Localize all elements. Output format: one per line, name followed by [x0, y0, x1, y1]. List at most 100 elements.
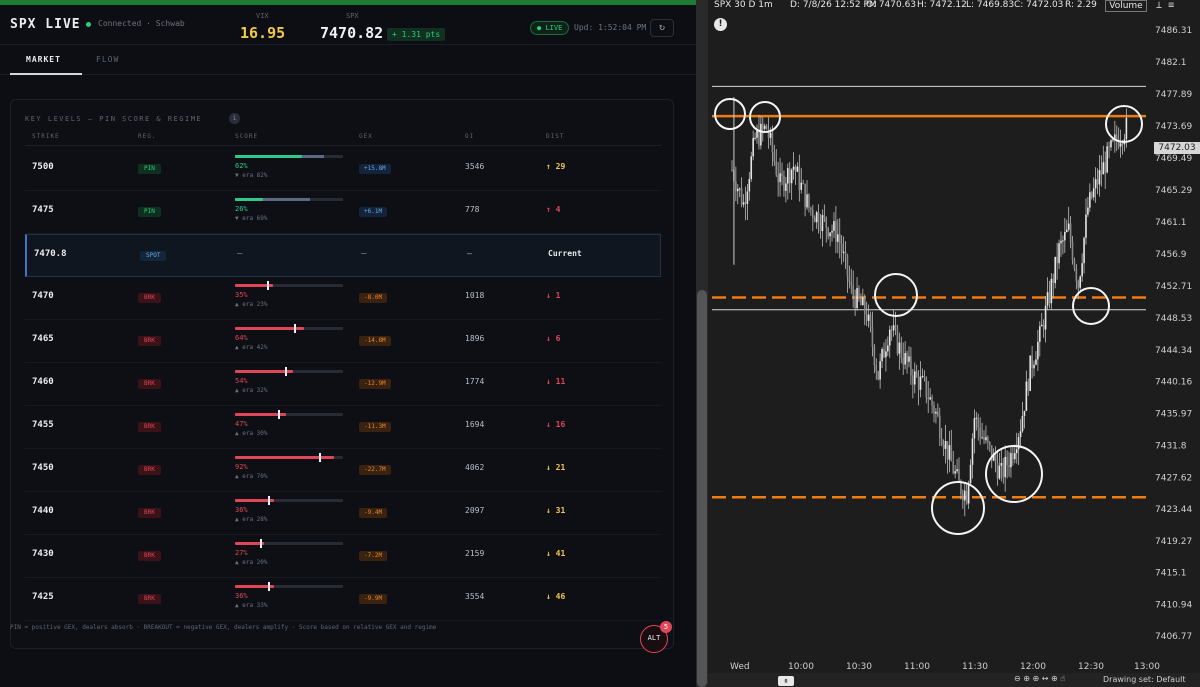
y-tick-label: 7448.53	[1155, 314, 1192, 324]
score-bar	[235, 453, 343, 462]
candle-body	[923, 375, 926, 378]
drawing-set-label[interactable]: Drawing set: Default	[1103, 675, 1186, 684]
candle-body	[894, 325, 897, 329]
candle-body	[767, 128, 770, 138]
chart-scroll-knob[interactable]: ⇞	[778, 676, 794, 686]
alert-icon[interactable]: !	[714, 18, 727, 31]
score-value: 26%	[235, 205, 248, 213]
candle-body	[904, 352, 906, 365]
score-bar-marker	[268, 582, 270, 591]
candle-body	[819, 226, 822, 232]
table-row[interactable]: 7500 PIN 62% ▼ era 82% +15.8M 3546 ↑ 29	[25, 148, 661, 191]
candle-body	[1085, 214, 1087, 238]
info-icon[interactable]: i	[229, 113, 240, 124]
table-row[interactable]: 7460 BRK 54% ▲ era 32% -12.9M 1774 ↓ 11	[25, 363, 661, 406]
col-dist: DIST	[546, 133, 565, 140]
gex-badge: -22.7M	[359, 465, 391, 475]
pin-icon[interactable]: ⊥	[1156, 0, 1162, 11]
candle-body	[1023, 410, 1026, 416]
strike-cell: 7470.8	[34, 249, 67, 259]
score-bar	[235, 410, 343, 419]
candlestick-chart[interactable]: 7486.31 7482.1 7477.89 7473.69 7469.49 7465.2…	[708, 0, 1200, 687]
candle-body	[908, 356, 910, 362]
candle-body	[867, 314, 870, 321]
score-value: 62%	[235, 162, 248, 170]
x-tick-label: 12:00	[1020, 662, 1046, 672]
chart-tool-icons[interactable]: ⊥ ≡	[1156, 0, 1174, 11]
table-row[interactable]: 7465 BRK 64% ▲ era 42% -14.8M 1896 ↓ 6	[25, 320, 661, 363]
strike-cell: 7470	[32, 291, 54, 301]
candle-body	[983, 437, 985, 441]
y-tick-label: 7456.9	[1155, 250, 1187, 260]
updated-time: Upd: 1:52:04 PM	[574, 23, 647, 32]
oi-cell: 1018	[465, 291, 485, 300]
chart-symbol[interactable]: SPX 30 D 1m	[714, 0, 773, 10]
x-tick-label: 11:30	[962, 662, 988, 672]
candle-body	[960, 481, 962, 494]
strike-cell: 7475	[32, 205, 54, 215]
regime-badge: BRK	[138, 293, 161, 303]
candle-body	[863, 297, 866, 315]
volume-toggle[interactable]: Volume	[1105, 0, 1147, 12]
candle-body	[783, 175, 785, 191]
candle-body	[981, 437, 983, 439]
candle-body	[862, 297, 864, 306]
menu-icon[interactable]: ≡	[1168, 0, 1174, 11]
candle-body	[1069, 223, 1072, 242]
candle-body	[1083, 237, 1085, 264]
score-value: 36%	[235, 506, 248, 514]
table-row[interactable]: 7470 BRK 35% ▲ era 23% -8.0M 1018 ↓ 1	[25, 277, 661, 320]
candle-body	[842, 251, 845, 253]
candle-body	[950, 445, 953, 462]
table-row[interactable]: 7455 BRK 47% ▲ era 30% -11.3M 1694 ↓ 16	[25, 406, 661, 449]
strike-cell: 7430	[32, 549, 54, 559]
candle-body	[946, 441, 949, 460]
candle-body	[736, 188, 739, 192]
candle-body	[833, 221, 835, 231]
table-row[interactable]: 7425 BRK 36% ▲ era 33% -9.9M 3554 ↓ 46	[25, 578, 661, 621]
tab-market[interactable]: MARKET	[26, 55, 61, 64]
candle-body	[1077, 281, 1080, 288]
y-tick-label: 7435.97	[1155, 410, 1192, 420]
candle-body	[1110, 140, 1112, 148]
candle-body	[938, 415, 941, 439]
score-bar-marker	[285, 367, 287, 376]
chart-range: R: 2.29	[1065, 0, 1097, 10]
table-row[interactable]: 7450 BRK 92% ▲ era 70% -22.7M 4062 ↓ 21	[25, 449, 661, 492]
gex-badge: -11.3M	[359, 422, 391, 432]
col-score: SCORE	[235, 133, 259, 140]
y-tick-label: 7419.27	[1155, 537, 1192, 547]
candle-body	[792, 166, 795, 170]
gex-badge: +6.1M	[359, 207, 388, 217]
candle-body	[931, 397, 933, 406]
dist-cell: ↑ 29	[546, 162, 566, 171]
divider-scroll-thumb[interactable]	[697, 290, 707, 687]
era-value: ▼ era 69%	[235, 215, 268, 222]
x-tick-label: 11:00	[904, 662, 930, 672]
refresh-button[interactable]: ↻	[650, 19, 674, 37]
table-row[interactable]: 7430 BRK 27% ▲ era 20% -7.2M 2159 ↓ 41	[25, 535, 661, 578]
candle-body	[806, 194, 808, 208]
strike-cell: 7450	[32, 463, 54, 473]
dist-cell: ↓ 21	[546, 463, 566, 472]
regime-badge: BRK	[138, 465, 161, 475]
score-value: 27%	[235, 549, 248, 557]
connection-status: Connected · Schwab	[98, 19, 185, 28]
table-row[interactable]: 7440 BRK 36% ▲ era 28% -9.4M 2097 ↓ 31	[25, 492, 661, 535]
spot-row[interactable]: 7470.8 SPOT — — — Current	[25, 234, 661, 277]
strike-cell: 7440	[32, 506, 54, 516]
col-strike: STRIKE	[32, 133, 60, 140]
candle-body	[994, 453, 997, 464]
candle-body	[860, 298, 862, 306]
zoom-controls[interactable]: ⊖ ⊕ ⊕ ↔ ⊕ ☝	[1014, 674, 1065, 683]
candle-body	[815, 212, 818, 223]
table-row[interactable]: 7475 PIN 26% ▼ era 69% +6.1M 778 ↑ 4	[25, 191, 661, 234]
score-bar	[235, 539, 343, 548]
era-value: ▼ era 82%	[235, 172, 268, 179]
candle-body	[1037, 341, 1039, 360]
score-bar-marker	[294, 324, 296, 333]
tab-flow[interactable]: FLOW	[96, 55, 119, 64]
candle-body	[969, 464, 972, 484]
candle-body	[756, 130, 758, 138]
regime-footnote: PIN = positive GEX, dealers absorb · BRE…	[10, 624, 437, 631]
